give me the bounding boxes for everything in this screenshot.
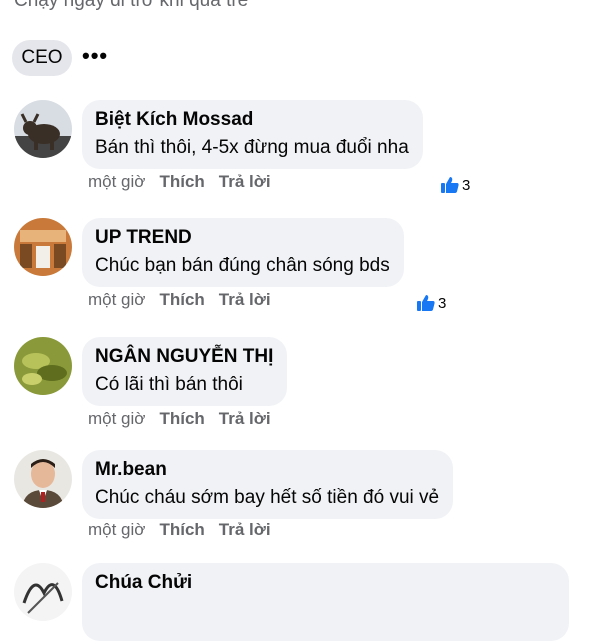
comment-text: Chúc bạn bán đúng chân sóng bds [95, 255, 390, 276]
comment-time: một giờ [88, 290, 146, 309]
comment-author[interactable]: Chúa Chửi [95, 572, 555, 594]
like-icon [441, 177, 459, 193]
comment-bubble: Chúa Chửi [82, 563, 569, 641]
ceo-chip[interactable]: CEO [12, 40, 72, 76]
like-button[interactable]: Thích [159, 172, 204, 192]
sketch-avatar[interactable] [14, 563, 72, 621]
reply-button[interactable]: Trả lời [219, 290, 271, 310]
comment-bubble: NGÂN NGUYỄN THỊ Có lãi thì bán thôi [82, 337, 288, 406]
reaction-number: 3 [462, 176, 471, 194]
reaction-count[interactable]: 3 [440, 176, 470, 194]
comment-bubble: UP TREND Chúc bạn bán đúng chân sóng bds [82, 218, 404, 287]
reaction-count[interactable]: 3 [416, 294, 446, 312]
comment-text: Chúc cháu sớm bay hết số tiền đó vui vẻ [95, 487, 440, 508]
comment-time: một giờ [88, 172, 146, 191]
comment-author[interactable]: Biệt Kích Mossad [95, 109, 409, 131]
like-button[interactable]: Thích [159, 290, 204, 310]
reaction-number: 3 [438, 294, 447, 312]
comment-actions: một giờ Thích Trả lời [88, 409, 271, 429]
comment-author[interactable]: UP TREND [95, 227, 390, 249]
comment-actions: một giờ Thích Trả lời [88, 290, 271, 310]
comment-bubble: Mr.bean Chúc cháu sớm bay hết số tiền đó… [82, 450, 454, 519]
room-avatar[interactable] [14, 218, 72, 276]
comment-bubble: Biệt Kích Mossad Bán thì thôi, 4-5x đừng… [82, 100, 423, 169]
like-button[interactable]: Thích [159, 520, 204, 540]
reply-button[interactable]: Trả lời [219, 409, 271, 429]
reply-button[interactable]: Trả lời [219, 172, 271, 192]
comment-actions: một giờ Thích Trả lời [88, 520, 271, 540]
comment-author[interactable]: Mr.bean [95, 459, 439, 481]
comment-author[interactable]: NGÂN NGUYỄN THỊ [95, 346, 273, 368]
comment-time: một giờ [88, 409, 146, 428]
comment-actions: một giờ Thích Trả lời [88, 172, 271, 192]
reply-button[interactable]: Trả lời [219, 520, 271, 540]
post-text-partial: Chạy ngay đi trớ khi quá trễ [14, 0, 249, 11]
comment-text: Bán thì thôi, 4-5x đừng mua đuổi nha [95, 137, 409, 158]
bull-avatar[interactable] [14, 100, 72, 158]
like-icon [417, 295, 435, 311]
more-dots-icon[interactable]: ••• [82, 44, 108, 68]
like-button[interactable]: Thích [159, 409, 204, 429]
tea-avatar[interactable] [14, 337, 72, 395]
comment-time: một giờ [88, 520, 146, 539]
man-avatar[interactable] [14, 450, 72, 508]
comment-text: Có lãi thì bán thôi [95, 374, 243, 395]
